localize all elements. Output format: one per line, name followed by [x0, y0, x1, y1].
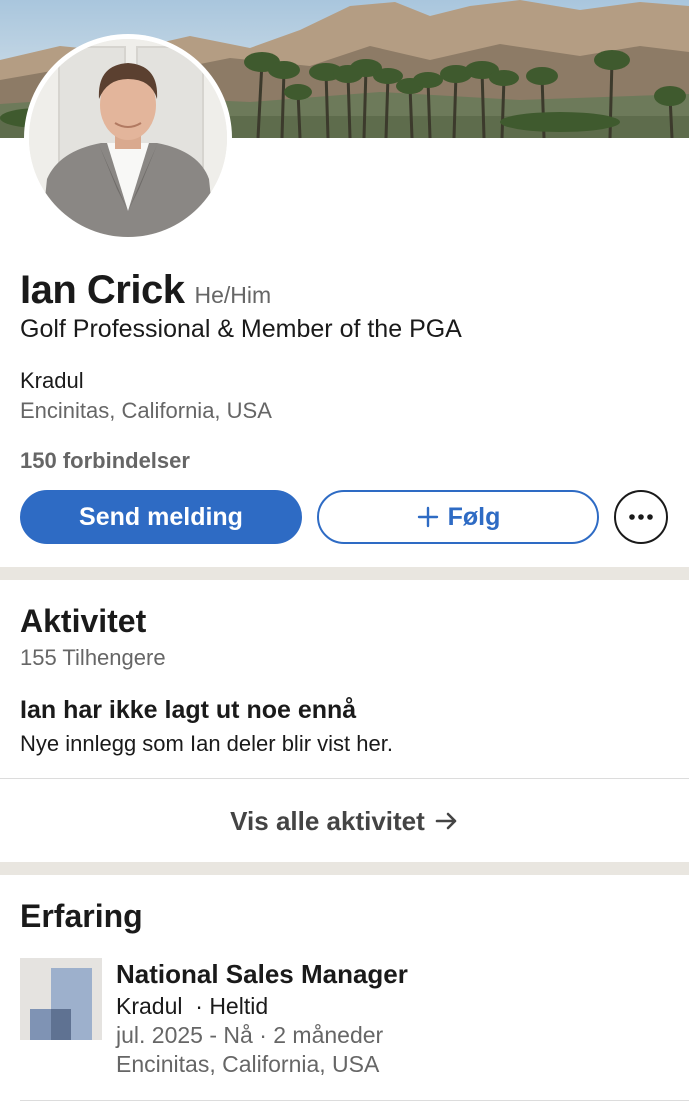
send-message-button[interactable]: Send melding [20, 490, 302, 544]
arrow-right-icon [435, 811, 459, 831]
connections-count[interactable]: 150 forbindelser [20, 448, 190, 474]
more-horizontal-icon [628, 513, 654, 521]
followers-count: 155 Tilhengere [20, 645, 166, 670]
plus-icon [416, 505, 440, 529]
section-divider [0, 862, 689, 875]
activity-empty-title: Ian har ikke lagt ut noe ennå [20, 696, 357, 724]
more-options-button[interactable] [614, 490, 668, 544]
profile-headline: Golf Professional & Member of the PGA [20, 315, 462, 343]
profile-photo[interactable] [24, 34, 232, 242]
experience-title: Erfaring [20, 898, 143, 934]
show-all-activity-label: Vis alle aktivitet [230, 805, 425, 836]
profile-company[interactable]: Kradul [20, 368, 84, 394]
show-all-activity-button[interactable]: Vis alle aktivitet [0, 780, 689, 862]
profile-name: Ian Crick [20, 268, 185, 312]
follow-button[interactable]: Følg [317, 490, 599, 544]
follow-label: Følg [447, 502, 501, 531]
company-logo[interactable] [20, 958, 102, 1040]
experience-company: Kradul · Heltid [116, 993, 269, 1019]
avatar [29, 39, 227, 237]
send-message-label: Send melding [79, 502, 243, 531]
activity-empty-subtitle: Nye innlegg som Ian deler blir vist her. [20, 731, 393, 756]
activity-separator [0, 778, 689, 779]
activity-title: Aktivitet [20, 603, 147, 639]
section-divider [0, 567, 689, 580]
experience-separator [20, 1100, 689, 1101]
profile-location: Encinitas, California, USA [20, 398, 272, 423]
experience-role: National Sales Manager [116, 959, 408, 989]
experience-dates: jul. 2025 - Nå · 2 måneder [116, 1022, 384, 1048]
experience-location: Encinitas, California, USA [116, 1051, 380, 1077]
profile-pronouns: He/Him [194, 282, 272, 308]
name-row: Ian Crick He/Him [20, 268, 271, 313]
